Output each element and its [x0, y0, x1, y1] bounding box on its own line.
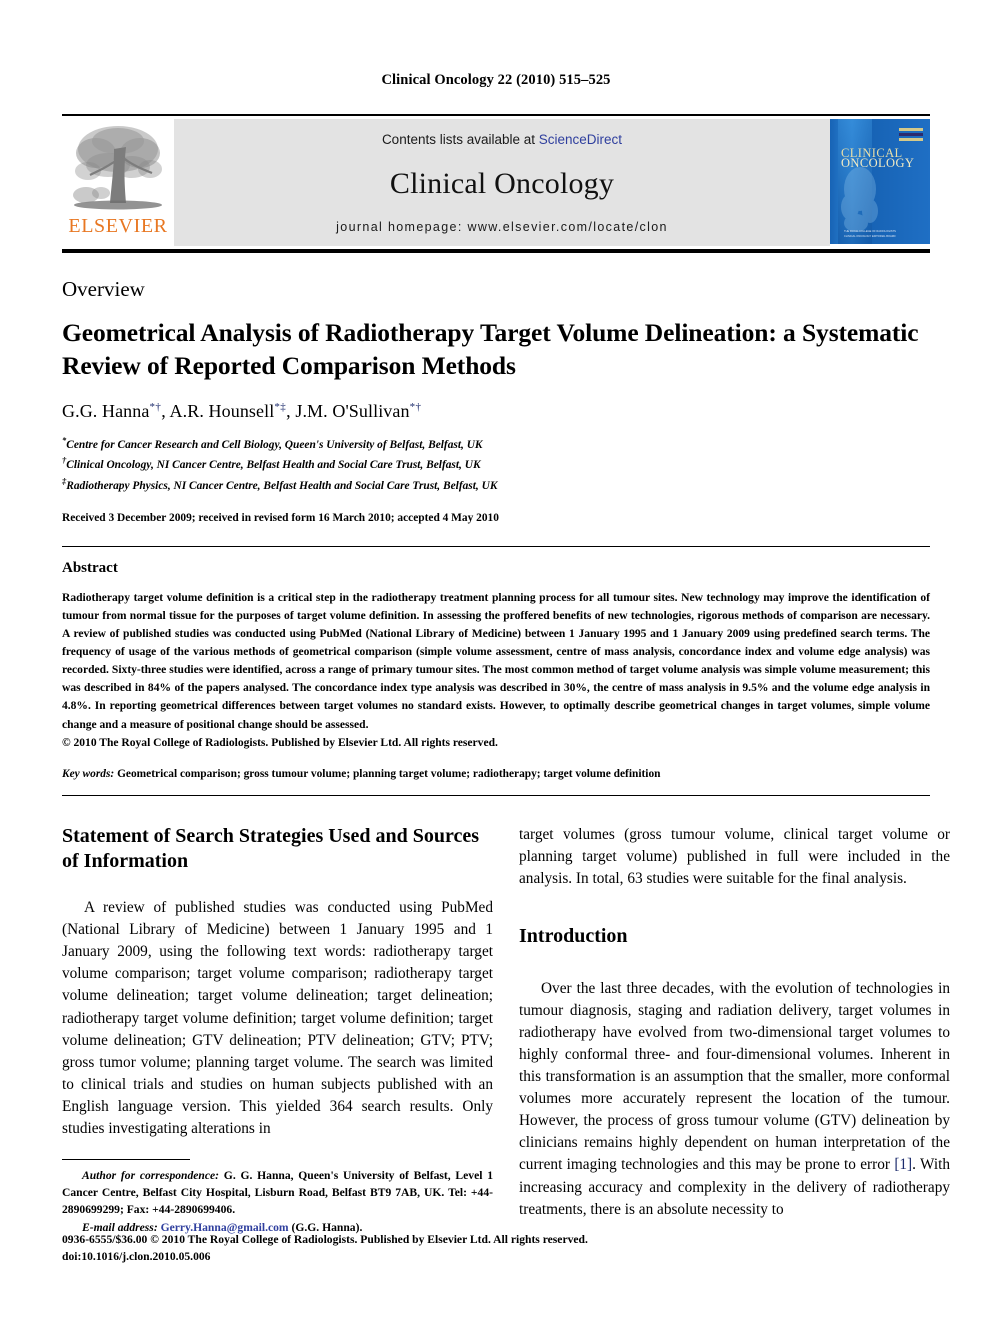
journal-cover-thumbnail: CLINICAL ONCOLOGY THE ROYAL COLLEGE OF R… — [830, 119, 930, 246]
sciencedirect-link[interactable]: ScienceDirect — [539, 132, 622, 147]
svg-text:THE ROYAL COLLEGE OF RADIOLOGI: THE ROYAL COLLEGE OF RADIOLOGISTS — [844, 229, 896, 233]
received-dates: Received 3 December 2009; received in re… — [62, 511, 499, 524]
section-heading-introduction: Introduction — [519, 925, 628, 948]
abstract-heading: Abstract — [62, 559, 118, 576]
keywords-label: Key words: — [62, 767, 115, 780]
journal-banner: Contents lists available at ScienceDirec… — [174, 119, 830, 246]
abstract-paragraph: Radiotherapy target volume definition is… — [62, 591, 930, 731]
intro-part-1: Over the last three decades, with the ev… — [519, 979, 950, 1174]
paragraph-search-strategies-continuation: target volumes (gross tumour volume, cli… — [519, 825, 950, 888]
author-affiliation-marks: *† — [409, 401, 422, 414]
contents-prefix: Contents lists available at — [381, 132, 539, 147]
author-name: G.G. Hanna — [62, 401, 150, 422]
keywords-text: Geometrical comparison; gross tumour vol… — [114, 767, 661, 780]
journal-cover-image: CLINICAL ONCOLOGY THE ROYAL COLLEGE OF R… — [830, 119, 930, 244]
body-columns: Statement of Search Strategies Used and … — [62, 824, 950, 1234]
affiliation-item: ‡Radiotherapy Physics, NI Cancer Centre,… — [62, 475, 930, 495]
affiliation-item: †Clinical Oncology, NI Cancer Centre, Be… — [62, 454, 930, 474]
contents-available-line: Contents lists available at ScienceDirec… — [382, 132, 622, 147]
page-title: Geometrical Analysis of Radiotherapy Tar… — [62, 318, 919, 380]
right-column: target volumes (gross tumour volume, cli… — [519, 824, 950, 1221]
running-head: Clinical Oncology 22 (2010) 515–525 — [381, 72, 611, 88]
journal-masthead: ELSEVIER Contents lists available at Sci… — [62, 114, 930, 246]
affiliation-text: Radiotherapy Physics, NI Cancer Centre, … — [66, 479, 498, 492]
doi-line: doi:10.1016/j.clon.2010.05.006 — [62, 1250, 211, 1264]
svg-text:CLINICAL ONCOLOGY EDITORIAL BO: CLINICAL ONCOLOGY EDITORIAL BOARD — [844, 234, 896, 238]
author-entry: J.M. O'Sullivan*† — [295, 401, 421, 421]
correspondence-label: Author for correspondence: — [82, 1168, 220, 1182]
correspondence-footnote: Author for correspondence: G. G. Hanna, … — [62, 1158, 493, 1236]
journal-title: Clinical Oncology — [389, 166, 615, 200]
article-type-label: Overview — [62, 277, 145, 301]
masthead-bottom-rule — [62, 249, 930, 253]
author-entry: A.R. Hounsell*‡ — [170, 401, 287, 421]
abstract-top-rule — [62, 545, 930, 547]
issn-copyright-line: 0936-6555/$36.00 © 2010 The Royal Colleg… — [62, 1233, 588, 1247]
paragraph-introduction: Over the last three decades, with the ev… — [519, 978, 950, 1221]
author-name: J.M. O'Sullivan — [295, 401, 410, 422]
affiliation-list: *Centre for Cancer Research and Cell Bio… — [62, 434, 930, 494]
author-entry: G.G. Hanna*† — [62, 401, 161, 421]
abstract-copyright: © 2010 The Royal College of Radiologists… — [62, 736, 498, 749]
footnote-divider — [62, 1158, 190, 1160]
affiliation-text: Centre for Cancer Research and Cell Biol… — [66, 439, 483, 452]
author-affiliation-marks: *‡ — [274, 401, 287, 414]
abstract-bottom-rule — [62, 794, 930, 796]
keywords-line: Key words: Geometrical comparison; gross… — [62, 768, 930, 780]
publisher-logo-block: ELSEVIER — [62, 116, 174, 246]
section-heading-search-strategies: Statement of Search Strategies Used and … — [62, 824, 480, 873]
page-footer: 0936-6555/$36.00 © 2010 The Royal Colleg… — [62, 1232, 932, 1266]
article-first-page: Clinical Oncology 22 (2010) 515–525 ELSE… — [0, 0, 992, 1323]
affiliation-text: Clinical Oncology, NI Cancer Centre, Bel… — [66, 459, 481, 472]
author-affiliation-marks: *† — [149, 401, 162, 414]
citation-reference-1[interactable]: [1] — [894, 1156, 912, 1173]
affiliation-item: *Centre for Cancer Research and Cell Bio… — [62, 434, 930, 454]
paragraph-search-strategies: A review of published studies was conduc… — [62, 899, 493, 1137]
author-name: A.R. Hounsell — [169, 401, 275, 422]
abstract-text: Radiotherapy target volume definition is… — [62, 589, 930, 752]
author-list: G.G. Hanna*†, A.R. Hounsell*‡, J.M. O'Su… — [62, 401, 422, 422]
elsevier-tree-icon — [73, 126, 162, 210]
svg-text:ONCOLOGY: ONCOLOGY — [841, 156, 914, 170]
footnote-text: Author for correspondence: G. G. Hanna, … — [62, 1167, 493, 1236]
elsevier-wordmark: ELSEVIER — [68, 215, 168, 237]
left-column: Statement of Search Strategies Used and … — [62, 824, 493, 1234]
journal-homepage-line[interactable]: journal homepage: www.elsevier.com/locat… — [336, 220, 668, 234]
